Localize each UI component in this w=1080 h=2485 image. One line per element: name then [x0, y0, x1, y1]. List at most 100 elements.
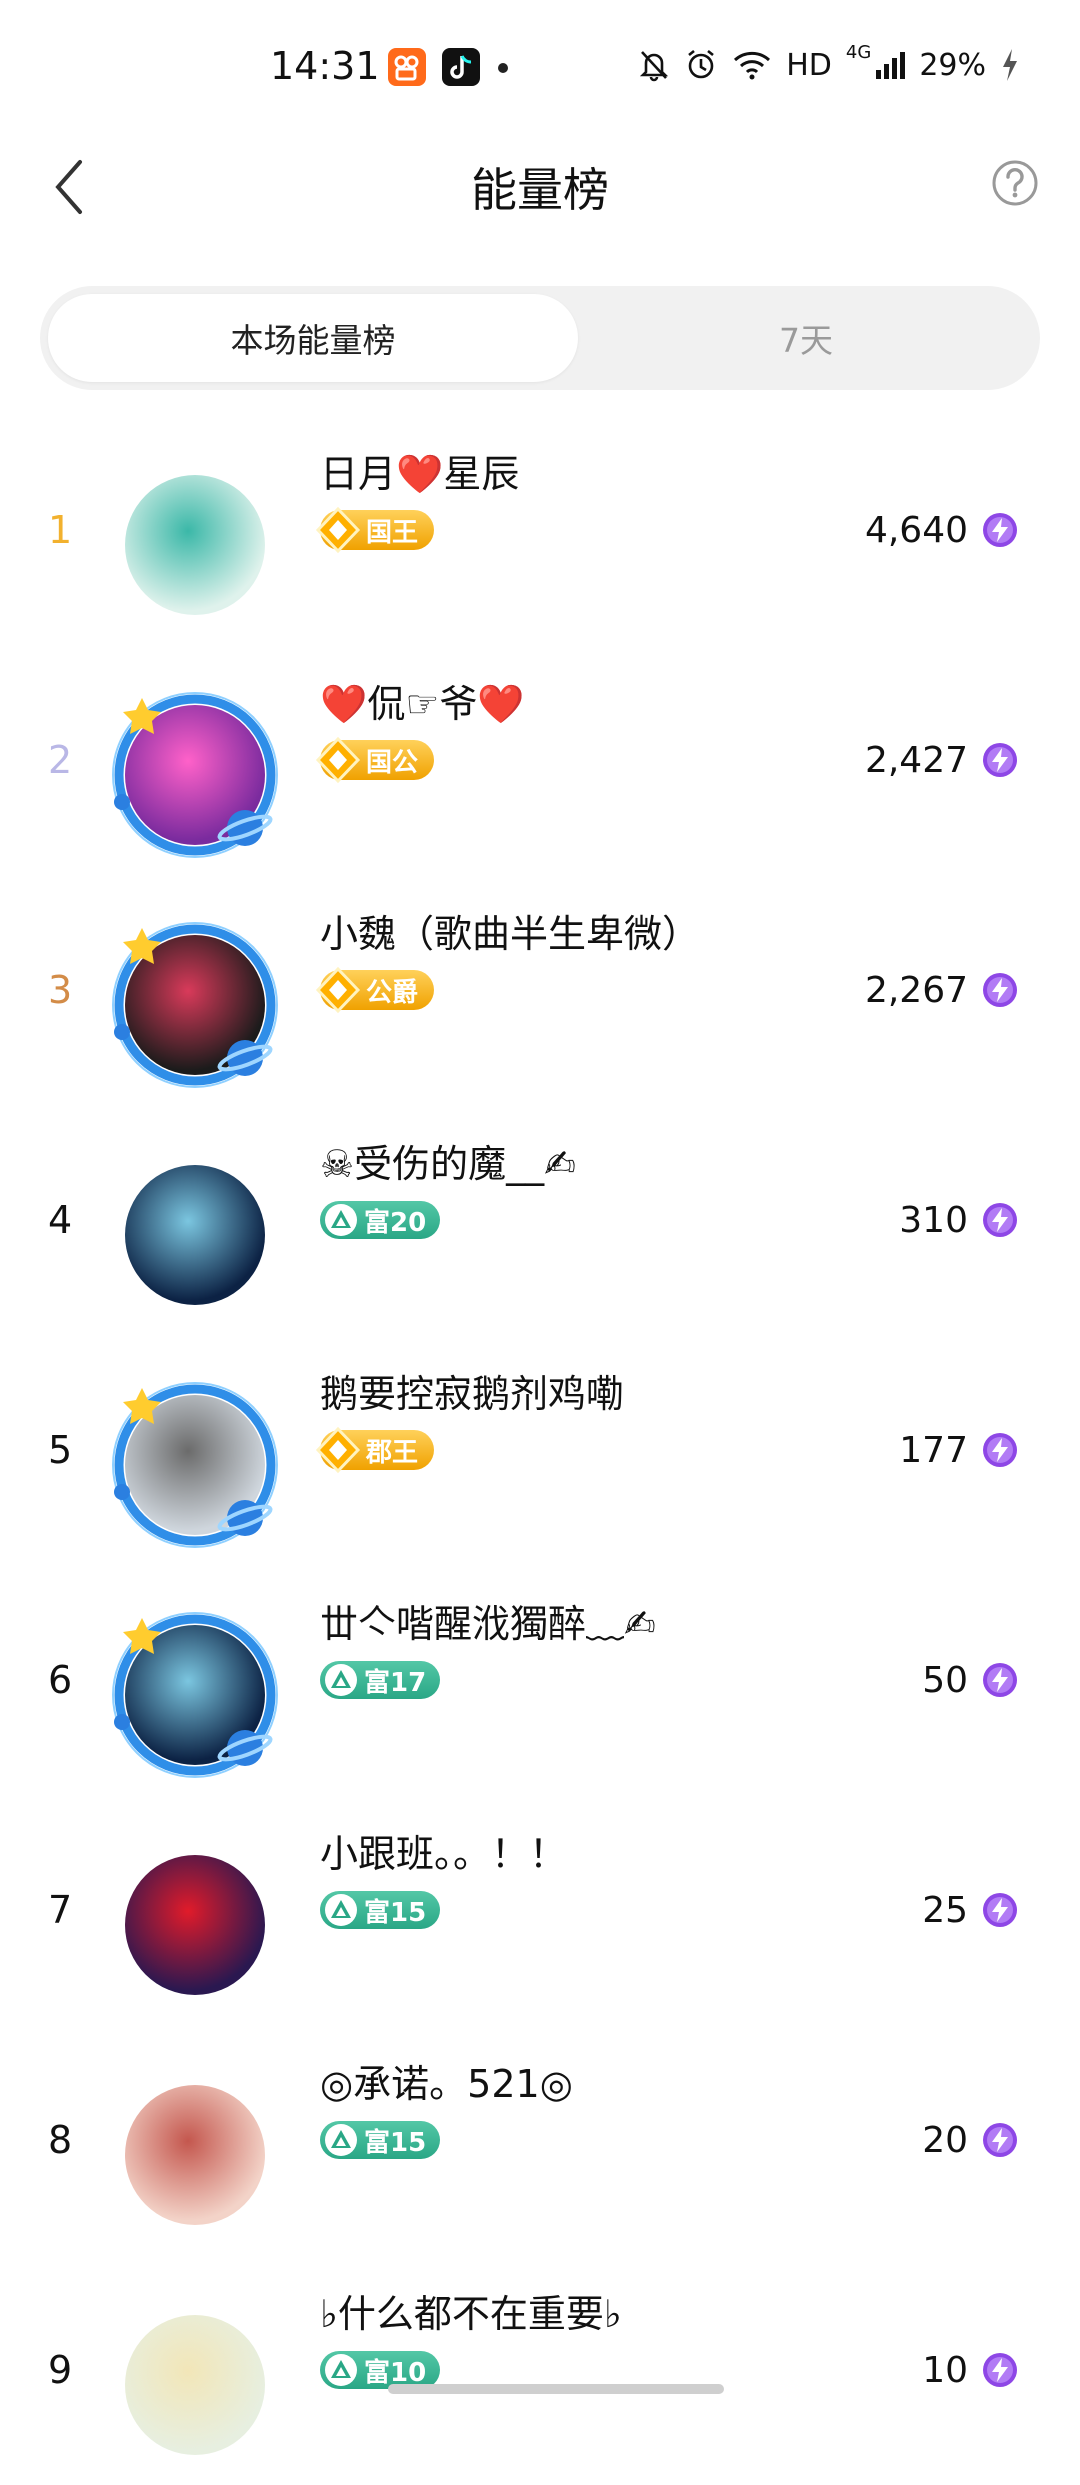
level-badge: 富17	[320, 1660, 441, 1700]
energy-bolt-icon	[983, 513, 1017, 547]
ranking-row[interactable]: 6 丗亽喈醒浌獨醉﹏✍ 富17 50	[0, 1565, 1080, 1795]
rank-number: 2	[48, 738, 73, 782]
avatar[interactable]	[110, 460, 280, 630]
ranking-row[interactable]: 7 小跟班。。！！ 富15 25	[0, 1795, 1080, 2025]
tab-7-days[interactable]: 7天	[580, 294, 1032, 382]
rank-number: 8	[48, 2118, 73, 2162]
level-badge: 富15	[320, 2120, 441, 2160]
question-circle-icon	[992, 160, 1038, 206]
energy-score: 25	[922, 1795, 1018, 2025]
avatar-image	[125, 475, 265, 615]
douyin-app-icon	[442, 48, 480, 86]
user-name: ◎承诺。521◎	[320, 2062, 573, 2106]
user-name: 小跟班。。！！	[320, 1832, 568, 1876]
help-button[interactable]	[990, 158, 1040, 208]
energy-score: 2,427	[865, 645, 1018, 875]
top-bar: 能量榜	[0, 130, 1080, 240]
score-value: 20	[922, 2119, 968, 2161]
energy-score: 10	[922, 2255, 1018, 2485]
avatar[interactable]	[110, 1610, 280, 1780]
home-indicator	[388, 2384, 724, 2394]
score-value: 2,267	[864, 969, 968, 1011]
ranking-row[interactable]: 9 ♭什么都不在重要♭ 富10 10	[0, 2255, 1080, 2485]
avatar[interactable]	[110, 690, 280, 860]
status-icons: HD 4G 29%	[638, 42, 1020, 88]
crown-gem-icon	[315, 736, 361, 784]
ranking-list: 1 日月❤️星辰 国王 4,640 2 ❤️侃☞爷❤️ 国公 2,427 3 小…	[0, 415, 1080, 2485]
ranking-tabs: 本场能量榜 7天	[40, 286, 1040, 390]
page-title: 能量榜	[471, 163, 609, 217]
energy-bolt-icon	[983, 973, 1017, 1007]
ranking-row[interactable]: 5 鹅要控寂鹅剂鸡嘞 郡王 177	[0, 1335, 1080, 1565]
wealth-level-icon	[325, 1664, 357, 1696]
avatar[interactable]	[110, 1150, 280, 1320]
user-name: ☠受伤的魔__✍	[320, 1142, 576, 1186]
ranking-row[interactable]: 8 ◎承诺。521◎ 富15 20	[0, 2025, 1080, 2255]
badge-label: 郡王	[366, 1437, 419, 1468]
network-type: HD	[786, 47, 832, 83]
alarm-icon	[688, 49, 715, 79]
battery-percent: 29%	[919, 47, 986, 83]
level-badge: 郡王	[315, 1426, 435, 1474]
wifi-icon	[734, 51, 771, 80]
avatar[interactable]	[110, 2070, 280, 2240]
ranking-row[interactable]: 2 ❤️侃☞爷❤️ 国公 2,427	[0, 645, 1080, 875]
user-name: ♭什么都不在重要♭	[320, 2292, 622, 2336]
avatar-frame-icon	[112, 692, 278, 858]
user-name: 小魏（歌曲半生卑微）	[320, 912, 701, 956]
level-badge: 公爵	[315, 966, 435, 1014]
ranking-row[interactable]: 1 日月❤️星辰 国王 4,640	[0, 415, 1080, 645]
avatar-image	[125, 2315, 265, 2455]
rank-number: 1	[48, 508, 73, 552]
avatar-image	[125, 1165, 265, 1305]
wealth-level-icon	[325, 1204, 357, 1236]
avatar[interactable]	[110, 1380, 280, 1550]
status-time: 14:31	[270, 44, 380, 88]
user-name: 鹅要控寂鹅剂鸡嘞	[320, 1372, 625, 1416]
badge-label: 国公	[366, 747, 419, 778]
avatar[interactable]	[110, 920, 280, 1090]
signal-type: 4G	[845, 42, 872, 63]
avatar-image	[125, 1855, 265, 1995]
score-value: 177	[899, 1429, 968, 1471]
rank-number: 7	[48, 1888, 73, 1932]
badge-label: 国王	[366, 517, 419, 548]
ranking-row[interactable]: 3 小魏（歌曲半生卑微） 公爵 2,267	[0, 875, 1080, 1105]
level-badge: 国公	[315, 736, 435, 784]
score-value: 2,427	[864, 739, 968, 781]
rank-number: 3	[48, 968, 73, 1012]
avatar-frame-icon	[112, 1382, 278, 1548]
energy-bolt-icon	[983, 2353, 1017, 2387]
crown-gem-icon	[315, 1426, 361, 1474]
score-value: 310	[899, 1199, 968, 1241]
crown-gem-icon	[315, 966, 361, 1014]
rank-number: 4	[48, 1198, 73, 1242]
avatar[interactable]	[110, 2300, 280, 2470]
mute-bell-icon	[640, 51, 669, 82]
energy-score: 177	[899, 1335, 1018, 1565]
signal-bars-icon	[876, 52, 906, 79]
energy-bolt-icon	[983, 743, 1017, 777]
ranking-row[interactable]: 4 ☠受伤的魔__✍ 富20 310	[0, 1105, 1080, 1335]
level-badge: 富15	[320, 1890, 441, 1930]
badge-label: 富17	[364, 1667, 427, 1698]
status-bar: 14:31 HD 4G 29%	[0, 0, 1080, 130]
avatar[interactable]	[110, 1840, 280, 2010]
energy-bolt-icon	[983, 1433, 1017, 1467]
level-badge: 国王	[315, 506, 435, 554]
kuaishou-app-icon	[388, 48, 426, 86]
energy-score: 20	[922, 2025, 1018, 2255]
energy-bolt-icon	[983, 1893, 1017, 1927]
tab-current-session[interactable]: 本场能量榜	[48, 294, 578, 382]
rank-number: 6	[48, 1658, 73, 1702]
level-badge: 富20	[320, 1200, 441, 1240]
energy-score: 2,267	[865, 875, 1018, 1105]
user-name: ❤️侃☞爷❤️	[320, 682, 525, 726]
badge-label: 公爵	[366, 977, 419, 1008]
badge-label: 富20	[364, 1207, 427, 1238]
badge-label: 富15	[364, 2127, 427, 2158]
notification-dot-icon	[498, 63, 508, 73]
rank-number: 9	[48, 2348, 73, 2392]
score-value: 4,640	[864, 509, 968, 551]
score-value: 10	[922, 2349, 968, 2391]
